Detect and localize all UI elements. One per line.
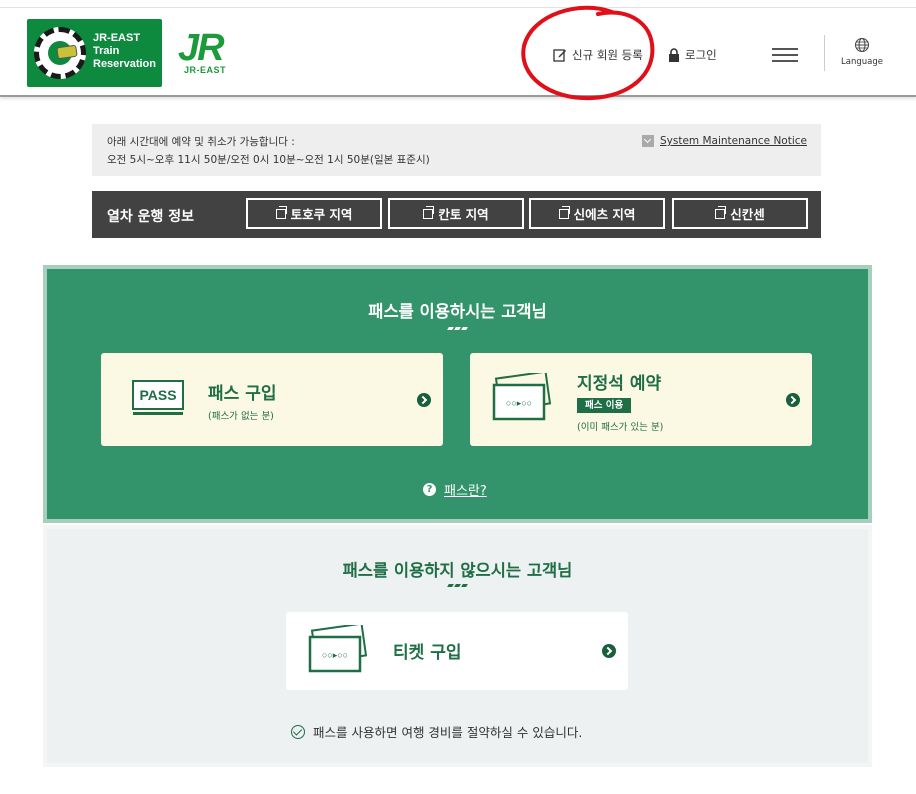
language-selector[interactable]: Language (836, 37, 888, 67)
pass-ticket-icon: PASS (132, 380, 184, 415)
what-is-pass-label: 패스란? (444, 484, 487, 499)
check-circle-icon (291, 724, 305, 739)
external-link-icon (275, 205, 287, 219)
chevron-down-icon (642, 135, 654, 147)
logo-text: JR-EAST Train Reservation (93, 32, 161, 71)
logo-line-2: Train (93, 45, 120, 57)
login-label: 로그인 (685, 48, 717, 62)
lock-icon (669, 48, 679, 62)
chevron-right-icon (417, 393, 431, 407)
buy-ticket-card[interactable]: ○○▸○○ 티켓 구입 (286, 612, 628, 690)
buy-pass-card[interactable]: PASS 패스 구입 (패스가 없는 분) (101, 353, 443, 446)
savings-tip-text: 패스를 사용하면 여행 경비를 절약하실 수 있습니다. (313, 725, 583, 740)
external-link-icon (423, 205, 435, 219)
seat-reservation-card[interactable]: ○○▸○○ 지정석 예약 패스 이용 (이미 패스가 있는 분) (470, 353, 812, 446)
region-button-shinetsu[interactable]: 신에츠 지역 (529, 198, 665, 229)
external-link-icon (558, 205, 570, 219)
region-button-kanto[interactable]: 칸토 지역 (388, 198, 524, 229)
seat-reservation-title: 지정석 예약 (577, 374, 662, 394)
edit-icon (553, 49, 566, 62)
notice-line-1: 아래 시간대에 예약 및 취소가 가능합니다 : (107, 136, 295, 148)
pass-icon-text: PASS (139, 387, 176, 403)
ticket-icon: ○○▸○○ (308, 625, 368, 673)
buy-pass-title: 패스 구입 (208, 384, 277, 404)
hamburger-menu-icon[interactable] (772, 45, 798, 63)
chevron-right-icon (602, 644, 616, 658)
logo-emblem-icon (34, 27, 86, 79)
notice-line-2: 오전 5시~오후 11시 50분/오전 0시 10분~오전 1시 50분(일본 … (107, 154, 430, 166)
train-operation-info-bar: 열차 운행 정보 토호쿠 지역 칸토 지역 신에츠 지역 신칸센 (92, 191, 821, 238)
non-pass-users-section: 패스를 이용하지 않으시는 고객님 ○○▸○○ 티켓 구입 패스를 사용하면 여… (43, 525, 872, 767)
globe-icon (855, 38, 869, 52)
ticket-icon: ○○▸○○ (492, 373, 552, 421)
buy-ticket-title: 티켓 구입 (393, 643, 462, 663)
train-info-title: 열차 운행 정보 (107, 209, 195, 225)
region-button-shinkansen[interactable]: 신칸센 (672, 198, 808, 229)
savings-tip: 패스를 사용하면 여행 경비를 절약하실 수 있습니다. (291, 722, 582, 741)
register-label: 신규 회원 등록 (572, 48, 643, 62)
svg-text:○○▸○○: ○○▸○○ (322, 650, 348, 660)
site-header: JR-EAST Train Reservation JR JR-EAST 신규 … (0, 9, 916, 97)
external-link-icon (715, 205, 727, 219)
what-is-pass-link[interactable]: ? 패스란? (423, 480, 487, 499)
language-label: Language (841, 57, 883, 67)
region-label: 토호쿠 지역 (290, 207, 353, 222)
pass-use-badge: 패스 이용 (577, 398, 632, 413)
non-pass-section-title: 패스를 이용하지 않으시는 고객님 (342, 561, 573, 580)
reservation-hours-notice: 아래 시간대에 예약 및 취소가 가능합니다 : 오전 5시~오후 11시 50… (92, 124, 821, 176)
page: JR-EAST Train Reservation JR JR-EAST 신규 … (0, 0, 916, 794)
jr-east-wordmark: JR-EAST (184, 65, 227, 75)
jr-east-logo[interactable]: JR JR-EAST (178, 27, 240, 77)
region-label: 신에츠 지역 (573, 207, 636, 222)
buy-pass-subtitle: (패스가 없는 분) (208, 411, 274, 422)
maintenance-notice-link[interactable]: System Maintenance Notice (642, 135, 807, 147)
svg-text:○○▸○○: ○○▸○○ (506, 398, 532, 408)
pass-section-title: 패스를 이용하시는 고객님 (368, 302, 547, 321)
seat-reservation-subtitle: (이미 패스가 있는 분) (577, 422, 664, 433)
region-label: 칸토 지역 (438, 207, 489, 222)
register-link[interactable]: 신규 회원 등록 (553, 46, 643, 64)
logo-line-3: Reservation (93, 58, 156, 70)
chevron-right-icon (786, 393, 800, 407)
region-label: 신칸센 (730, 207, 765, 222)
train-reservation-logo[interactable]: JR-EAST Train Reservation (27, 19, 162, 87)
title-decoration (446, 327, 470, 330)
logo-line-1: JR-EAST (93, 32, 141, 44)
login-link[interactable]: 로그인 (668, 46, 717, 64)
pass-users-section: 패스를 이용하시는 고객님 PASS 패스 구입 (패스가 없는 분) ○○▸○… (43, 265, 872, 523)
title-decoration (446, 584, 470, 587)
top-border (0, 0, 916, 8)
maintenance-notice-label: System Maintenance Notice (660, 135, 807, 147)
jr-logo-mark: JR (178, 27, 225, 69)
question-icon: ? (423, 483, 436, 496)
header-divider (824, 35, 825, 71)
region-button-tohoku[interactable]: 토호쿠 지역 (246, 198, 382, 229)
